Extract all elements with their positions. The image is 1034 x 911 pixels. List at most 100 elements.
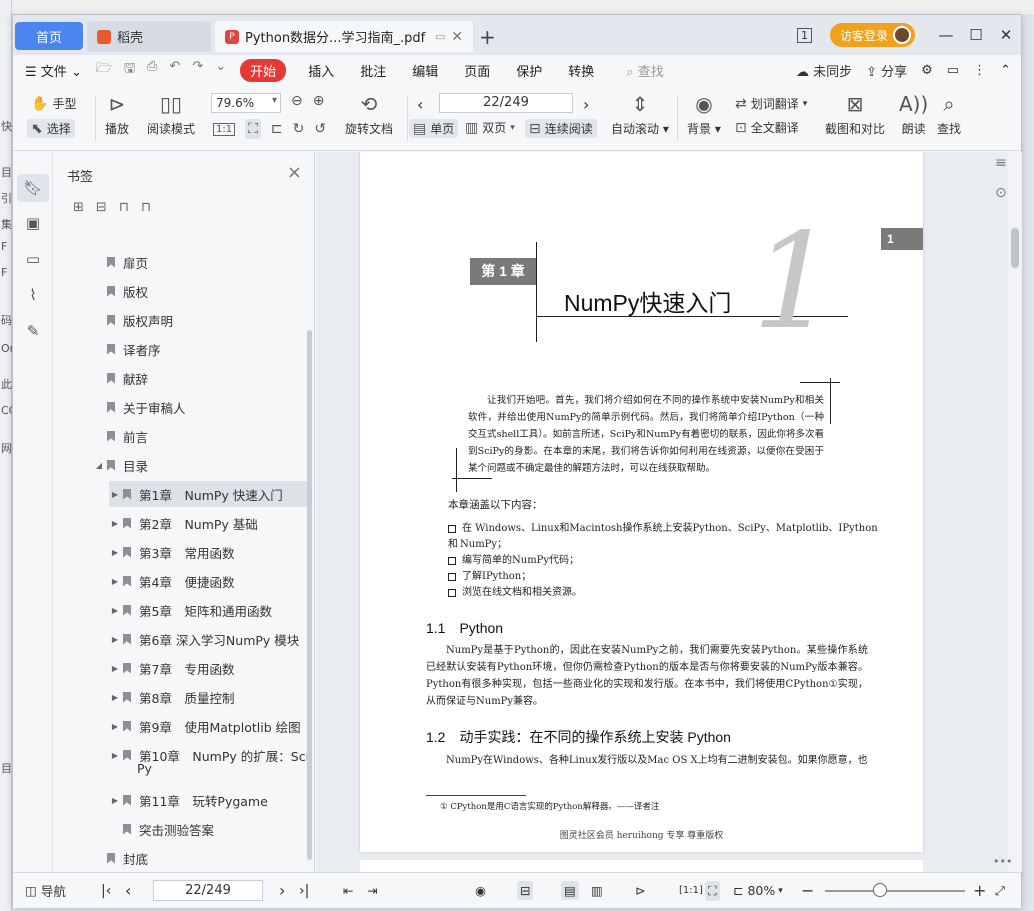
last-page-icon[interactable]: ›|	[299, 883, 309, 899]
prev-page-status-icon[interactable]: ‹	[125, 881, 131, 900]
bookmark-item[interactable]: ▶ 第5章 矩阵和通用函数	[109, 597, 272, 623]
bookmark-item[interactable]: ▶ 第1章 NumPy 快速入门	[109, 481, 311, 507]
bookmark-mark-icon[interactable]: ⊓	[141, 200, 151, 215]
document-scrollbar[interactable]	[1008, 152, 1022, 872]
expand-arrow-icon[interactable]: ▶	[109, 577, 121, 586]
undo-icon[interactable]: ↶	[169, 59, 180, 81]
zoom-in-icon[interactable]: ⊕	[313, 93, 325, 109]
bookmark-item[interactable]: 版权声明	[93, 307, 173, 333]
rotate-ccw-icon[interactable]: ↺	[314, 121, 326, 137]
rotate-cw-icon[interactable]: ↻	[293, 121, 305, 137]
double-status-icon[interactable]: ▥	[591, 883, 603, 898]
double-page-button[interactable]: ▥ 双页 ▾	[465, 119, 515, 136]
actual-size-status-icon[interactable]: [1:1]	[679, 885, 703, 896]
sync-status[interactable]: ☁ 未同步	[796, 61, 852, 80]
bookmark-item[interactable]: ▶ 第7章 专用函数	[109, 655, 235, 681]
bookmark-item[interactable]: 译者序	[93, 336, 161, 362]
navigation-button[interactable]: ◫ 导航	[25, 881, 66, 900]
forward-icon[interactable]: ⇥	[367, 883, 377, 898]
comment-panel-icon[interactable]: ▭	[23, 250, 43, 270]
bookmark-item[interactable]: 封底	[93, 845, 148, 871]
panel-collapse-icon[interactable]: ≡	[995, 155, 1007, 171]
redo-icon[interactable]: ↷	[192, 59, 203, 81]
customize-chevron-icon[interactable]: ⌄	[215, 59, 226, 81]
new-tab-button[interactable]: +	[479, 25, 496, 49]
prev-page-icon[interactable]: ‹	[417, 95, 423, 114]
document-view[interactable]: 1 第 1 章 NumPy快速入门 1 让我们开始吧。首先，我们将介绍如何在不同…	[316, 152, 1008, 872]
expand-arrow-icon[interactable]: ▶	[109, 664, 121, 673]
tab-daoke[interactable]: 稻壳	[87, 21, 211, 52]
menu-annotate[interactable]: 批注	[360, 61, 386, 80]
expand-arrow-icon[interactable]: ▶	[109, 606, 121, 615]
zoom-select[interactable]: 79.6%	[211, 93, 281, 113]
ai-assistant-icon[interactable]: ⊙	[995, 185, 1007, 201]
expand-arrow-icon[interactable]: ▶	[109, 796, 121, 805]
bookmark-panel-close-icon[interactable]: ×	[287, 162, 302, 183]
rotate-document-button[interactable]: ⟲ 旋转文档	[345, 91, 393, 137]
bookmark-item[interactable]: ▶ 第4章 便捷函数	[109, 568, 235, 594]
bookmark-item[interactable]: ▶ 第6章 深入学习NumPy 模块	[109, 626, 299, 652]
expand-arrow-icon[interactable]: ◢	[93, 461, 105, 470]
menu-search[interactable]: ⌕ 查找	[626, 61, 663, 80]
more-tools-icon[interactable]: •••	[993, 855, 1012, 868]
save-icon[interactable]: 🖫	[124, 59, 135, 81]
tab-float-icon[interactable]: ▭	[435, 30, 445, 43]
next-page-status-icon[interactable]: ›	[279, 881, 285, 900]
share-button[interactable]: ⇪ 分享	[866, 61, 907, 80]
fit-page-status-icon[interactable]: ⛶	[705, 880, 720, 901]
maximize-button[interactable]: ☐	[961, 26, 991, 44]
word-translate-button[interactable]: ⇄ 划词翻译 ▾	[735, 95, 807, 112]
auto-scroll-button[interactable]: ⇕ 自动滚动 ▾	[611, 91, 669, 137]
menu-convert[interactable]: 转换	[568, 61, 594, 80]
bookmark-item[interactable]: ▶ 第2章 NumPy 基础	[109, 510, 258, 536]
expand-arrow-icon[interactable]: ▶	[109, 490, 121, 499]
menu-edit[interactable]: 编辑	[412, 61, 438, 80]
fullscreen-icon[interactable]: ⤢	[995, 883, 1005, 899]
bookmark-item[interactable]: ◢ 目录	[93, 452, 148, 478]
tab-home[interactable]: 首页	[15, 22, 83, 50]
bookmark-panel-icon[interactable]: 🔖︎	[17, 174, 49, 202]
actual-size-icon[interactable]: 1:1	[213, 122, 236, 136]
play-status-icon[interactable]: ⊳	[635, 883, 645, 898]
first-page-icon[interactable]: |‹	[101, 883, 111, 899]
file-menu[interactable]: ☰ 文件 ⌄	[25, 61, 82, 80]
expand-arrow-icon[interactable]: ▶	[109, 693, 121, 702]
crop-compare-button[interactable]: ⊠ 截图和对比	[825, 91, 885, 137]
signature-icon[interactable]: ✎	[23, 322, 43, 342]
full-translate-button[interactable]: ⊡ 全文翻译	[735, 119, 799, 136]
back-icon[interactable]: ⇤	[343, 883, 353, 898]
status-page-input[interactable]: 22/249	[153, 880, 263, 901]
fit-page-icon[interactable]: ⛶	[245, 119, 261, 139]
menu-protect[interactable]: 保护	[516, 61, 542, 80]
read-mode-button[interactable]: ▯▯ 阅读模式	[147, 91, 195, 137]
bookmark-item[interactable]: ▶ 第9章 使用Matplotlib 绘图	[109, 713, 301, 739]
menu-insert[interactable]: 插入	[308, 61, 334, 80]
tab-document[interactable]: P Python数据分...学习指南_.pdf ▭ ✕	[215, 21, 473, 52]
find-button[interactable]: ⌕ 查找	[937, 91, 961, 137]
bookmark-scrollbar[interactable]	[307, 330, 312, 860]
bookmark-item[interactable]: 扉页	[93, 249, 148, 275]
play-button[interactable]: ⊳ 播放	[105, 91, 129, 137]
select-tool[interactable]: ⬉ 选择	[27, 119, 75, 138]
close-window-button[interactable]: ✕	[991, 26, 1021, 44]
settings-gear-icon[interactable]: ⚙	[921, 63, 933, 78]
page-number-input[interactable]: 22/249	[439, 93, 573, 113]
collapse-ribbon-icon[interactable]: ⌃	[1000, 63, 1011, 78]
menu-start[interactable]: 开始	[240, 58, 287, 82]
bookmark-item[interactable]: 关于审稿人	[93, 394, 186, 420]
scrollbar-thumb[interactable]	[1011, 228, 1019, 268]
bookmark-item[interactable]: 突击测验答案	[109, 816, 214, 842]
delete-bookmark-icon[interactable]: ⊟	[96, 200, 107, 215]
bookmark-item[interactable]: ▶ 第3章 常用函数	[109, 539, 235, 565]
continuous-status-icon[interactable]: ⊟	[517, 881, 534, 900]
bookmark-label-cont[interactable]: Py	[137, 760, 152, 776]
bookmark-item[interactable]: 版权	[93, 278, 148, 304]
zoom-out-status-icon[interactable]: −	[801, 881, 814, 900]
single-status-icon[interactable]: ▤	[561, 881, 579, 900]
menu-page[interactable]: 页面	[464, 61, 490, 80]
zoom-out-icon[interactable]: ⊖	[291, 93, 303, 109]
zoom-status[interactable]: ⊏ 80% ▾	[733, 883, 783, 898]
visitor-login-button[interactable]: 访客登录	[829, 23, 915, 47]
expand-arrow-icon[interactable]: ▶	[109, 751, 121, 760]
open-folder-icon[interactable]: 🗁	[96, 59, 112, 81]
